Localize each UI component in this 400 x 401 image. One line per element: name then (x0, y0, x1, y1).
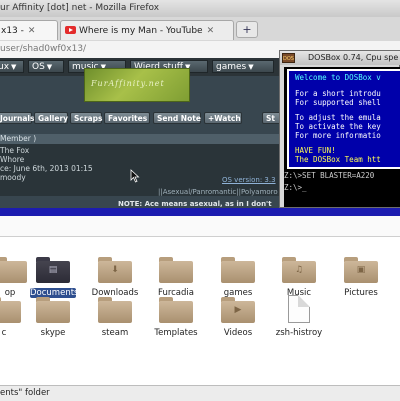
dos-emulation-line: To adjust the emula (295, 113, 381, 122)
profile-tags-text: ||Asexual/Panromantic||Polyamoro (158, 188, 278, 196)
url-text: user/shad0wf0x13/ (0, 44, 87, 54)
dos-command-line: Z:\>SET BLASTER=A220 (284, 171, 375, 180)
dos-welcome-line: Welcome to DOSBox v (295, 73, 381, 82)
folder-icon (221, 257, 255, 283)
folder-item-steam[interactable]: steam (83, 295, 147, 347)
folder-label: Pictures (344, 288, 378, 298)
tab-youtube[interactable]: Where is my Man - YouTube ✕ (60, 20, 234, 40)
menu-os[interactable]: OS ▼ (28, 60, 64, 73)
status-bar: ents" folder (0, 385, 400, 401)
file-manager-toolbar (0, 216, 400, 237)
folder-label: Videos (223, 328, 253, 338)
file-manager-view: op ▤ Documents ⬇ Downloads Furcadia game… (0, 237, 400, 385)
close-icon[interactable]: ✕ (28, 26, 36, 36)
banner-logo-text: FurAffinity.net (91, 79, 165, 88)
youtube-icon (65, 26, 76, 34)
pictures-folder-icon: ▣ (344, 257, 378, 283)
dosbox-window[interactable]: DOS DOSBox 0.74, Cpu spe Welcome to DOSB… (279, 50, 400, 208)
new-tab-button[interactable]: + (236, 21, 258, 38)
profile-tabs: Journals Gallery Scraps Favorites Send N… (0, 112, 280, 126)
dos-intro-line: For a short introdu (295, 89, 381, 98)
folder-item-templates[interactable]: Templates (144, 295, 208, 347)
dos-welcome-box: Welcome to DOSBox v For a short introdu … (287, 69, 400, 169)
firefox-tab-bar: x13 - ✕ Where is my Man - YouTube ✕ + (0, 17, 400, 42)
member-since: ce: June 6th, 2013 01:15 (0, 164, 93, 173)
dosbox-screen[interactable]: Welcome to DOSBox v For a short introdu … (284, 67, 400, 207)
dosbox-app-icon: DOS (282, 53, 295, 63)
chevron-down-icon: ▼ (11, 63, 17, 71)
close-icon[interactable]: ✕ (207, 26, 215, 36)
dos-info-line: For more informatio (295, 131, 381, 140)
tab-send-note[interactable]: Send Note (153, 112, 201, 124)
folder-item-videos[interactable]: ▶ Videos (206, 295, 270, 347)
mouse-cursor-icon (130, 169, 140, 183)
dos-team-line: The DOSBox Team htt (295, 155, 381, 164)
status-text: ents" folder (0, 388, 50, 398)
folder-label: steam (101, 328, 129, 338)
folder-item-pictures[interactable]: ▣ Pictures (329, 255, 393, 307)
chevron-down-icon: ▼ (46, 63, 53, 71)
tab-scraps[interactable]: Scraps (70, 112, 102, 124)
member-mood: moody (0, 173, 26, 182)
folder-item-skype[interactable]: skype (21, 295, 85, 347)
profile-note-text: NOTE: Ace means asexual, as in I don't (118, 200, 272, 208)
taskbar-strip (0, 208, 400, 216)
dosbox-title-bar[interactable]: DOS DOSBox 0.74, Cpu spe (280, 51, 400, 65)
member-info-panel: Member ) The Fox Whore ce: June 6th, 201… (0, 134, 280, 196)
folder-icon (0, 297, 21, 323)
folder-icon (159, 257, 193, 283)
music-folder-icon: ♫ (282, 257, 316, 283)
menu-games[interactable]: games ▼ (212, 60, 274, 73)
member-type: Whore (0, 155, 25, 164)
dos-keymapper-line: To activate the key (295, 122, 381, 131)
tab-favorites[interactable]: Favorites (104, 112, 150, 124)
folder-icon (36, 297, 70, 323)
site-banner[interactable]: FurAffinity.net (84, 68, 190, 102)
chevron-down-icon: ▼ (248, 63, 254, 71)
tab-label: Where is my Man - YouTube (79, 26, 203, 36)
tab-label: x13 - (1, 26, 24, 36)
file-label: zsh-histroy (275, 328, 323, 338)
documents-folder-icon: ▤ (36, 257, 70, 283)
dos-prompt[interactable]: Z:\>_ (284, 183, 307, 192)
folder-icon (159, 297, 193, 323)
os-version-link[interactable]: OS version: 3.3 (222, 176, 276, 184)
dos-have-fun-line: HAVE FUN! (295, 146, 336, 155)
tab-watch[interactable]: +Watch (204, 112, 242, 124)
tab-gallery[interactable]: Gallery (34, 112, 68, 124)
folder-label: skype (40, 328, 66, 338)
tab-furaffinity[interactable]: x13 - ✕ (0, 20, 58, 40)
firefox-title-bar: ur Affinity [dot] net - Mozilla Firefox (0, 0, 400, 17)
videos-folder-icon: ▶ (221, 297, 255, 323)
dos-shell-line: For supported shell (295, 98, 381, 107)
text-file-icon (288, 295, 310, 323)
folder-label: Templates (154, 328, 198, 338)
menu-ux[interactable]: ux ▼ (0, 60, 24, 73)
member-title: The Fox (0, 146, 30, 155)
file-item-zsh-histroy[interactable]: zsh-histroy (267, 295, 331, 347)
tab-journals[interactable]: Journals (0, 112, 34, 124)
downloads-folder-icon: ⬇ (98, 257, 132, 283)
folder-icon (98, 297, 132, 323)
member-header: Member ) (0, 134, 280, 144)
web-page: ux ▼ OS ▼ music ▼ Wierd stuff ▼ games ▼ FurAf… (0, 58, 280, 208)
window-title: ur Affinity [dot] net - Mozilla Firefox (0, 3, 160, 13)
tab-stats[interactable]: St (262, 112, 280, 124)
dosbox-title: DOSBox 0.74, Cpu spe (308, 53, 399, 62)
